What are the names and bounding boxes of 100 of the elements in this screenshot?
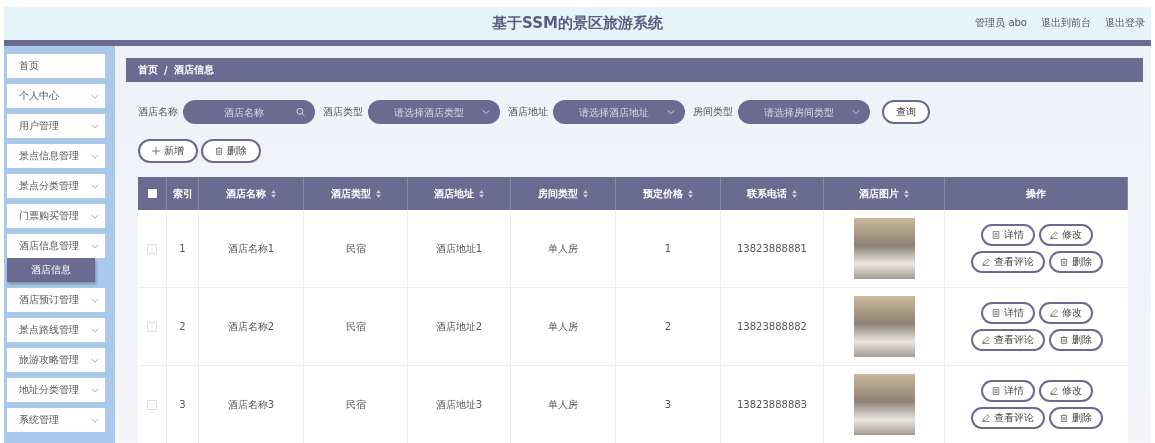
photo-placeholder (853, 218, 915, 279)
table-cell: 酒店名称1 (227, 241, 275, 256)
sidebar-item[interactable]: 景点路线管理 (7, 318, 105, 342)
table-cell: 单人房 (548, 397, 578, 412)
column-header[interactable]: 酒店名称 (199, 177, 304, 210)
pencil-icon (1049, 309, 1058, 317)
sidebar-item[interactable]: 门票购买管理 (7, 204, 105, 228)
select-field[interactable]: 请选择房间类型 (738, 100, 870, 124)
column-header[interactable]: 酒店图片 (824, 177, 945, 210)
sidebar-item[interactable]: 景点分类管理 (7, 174, 105, 198)
sidebar-item[interactable]: 个人中心 (7, 84, 105, 108)
column-header[interactable]: 酒店类型 (304, 177, 408, 210)
sidebar-item[interactable]: 酒店信息管理 (7, 234, 105, 258)
pencil-icon (1049, 231, 1058, 239)
column-header[interactable]: 预定价格 (616, 177, 721, 210)
sidebar-item[interactable]: 首页 (7, 54, 105, 78)
edit-button[interactable]: 修改 (1038, 224, 1093, 246)
edit-button[interactable]: 修改 (1038, 380, 1093, 402)
table-cell: 1 (179, 243, 186, 254)
table-cell: 3 (664, 399, 672, 410)
chevron-down-icon (852, 109, 860, 115)
table-cell: 酒店名称2 (227, 319, 275, 334)
delete-button[interactable]: 删除 (1048, 251, 1103, 273)
pencil-icon (981, 414, 990, 422)
photo-placeholder (853, 374, 915, 435)
table-cell: 2 (179, 321, 186, 332)
chevron-down-icon (91, 213, 99, 219)
table-cell: 13823888881 (737, 243, 807, 254)
chevron-down-icon (91, 387, 99, 393)
row-checkbox[interactable] (147, 399, 157, 410)
edit-button[interactable]: 查看评论 (970, 251, 1045, 273)
table-cell: 酒店名称3 (227, 397, 275, 412)
table-cell: 酒店地址3 (435, 397, 483, 412)
header-link[interactable]: 退出到前台 (1041, 16, 1091, 30)
chevron-down-icon (91, 153, 99, 159)
chevron-down-icon (667, 109, 675, 115)
trash-icon (1059, 414, 1068, 422)
table-cell: 13823888883 (737, 399, 807, 410)
chevron-down-icon (91, 93, 99, 99)
pencil-icon (981, 336, 990, 344)
sidebar-item[interactable]: 地址分类管理 (7, 378, 105, 402)
document-icon (991, 231, 1000, 239)
edit-button[interactable]: 修改 (1038, 302, 1093, 324)
trash-icon (215, 147, 223, 155)
select-field[interactable]: 请选择酒店地址 (553, 100, 685, 124)
chevron-down-icon (482, 109, 490, 115)
chevron-down-icon (91, 327, 99, 333)
app-title: 基于SSM的景区旅游系统 (492, 14, 663, 33)
column-header[interactable]: 操作 (945, 177, 1128, 210)
chevron-down-icon (91, 183, 99, 189)
table-cell: 酒店地址1 (435, 241, 483, 256)
column-header[interactable]: 酒店地址 (408, 177, 511, 210)
sidebar-item[interactable]: 景点信息管理 (7, 144, 105, 168)
detail-button[interactable]: 详情 (980, 224, 1035, 246)
breadcrumb-item: 酒店信息 (173, 63, 214, 77)
user-label: 管理员 abo (975, 16, 1027, 30)
sidebar-item[interactable]: 用户管理 (7, 114, 105, 138)
table-cell: 1 (664, 243, 672, 254)
sidebar-subitem[interactable]: 酒店信息 (7, 258, 95, 282)
detail-button[interactable]: 详情 (980, 380, 1035, 402)
search-field[interactable]: 酒店名称 (183, 100, 315, 124)
table-cell: 民宿 (345, 397, 366, 412)
table-cell: 民宿 (345, 319, 366, 334)
document-icon (991, 387, 1000, 395)
column-header[interactable]: 联系电话 (721, 177, 824, 210)
edit-button[interactable]: 查看评论 (970, 407, 1045, 429)
filter-label: 房间类型 (693, 105, 733, 119)
detail-button[interactable]: 详情 (980, 302, 1035, 324)
edit-button[interactable]: 查看评论 (970, 329, 1045, 351)
filter-label: 酒店名称 (138, 105, 178, 119)
chevron-down-icon (91, 357, 99, 363)
sidebar-item[interactable]: 旅游攻略管理 (7, 348, 105, 372)
select-field[interactable]: 请选择酒店类型 (368, 100, 500, 124)
query-button[interactable]: 查询 (882, 100, 930, 124)
delete-button[interactable]: 删除 (1048, 329, 1103, 351)
add-button[interactable]: 新增 (138, 139, 198, 163)
chevron-down-icon (91, 243, 99, 249)
chevron-down-icon (91, 123, 99, 129)
trash-icon (1059, 336, 1068, 344)
search-icon (296, 107, 305, 117)
table-cell: 2 (664, 321, 672, 332)
sidebar-item[interactable]: 系统管理 (7, 408, 105, 432)
row-checkbox[interactable] (147, 243, 157, 254)
table-cell: 单人房 (548, 241, 578, 256)
table-cell: 单人房 (548, 319, 578, 334)
column-header[interactable]: 房间类型 (511, 177, 616, 210)
column-header[interactable]: 索引 (167, 177, 199, 210)
filter-label: 酒店类型 (323, 105, 363, 119)
select-all-checkbox[interactable] (147, 189, 157, 198)
sidebar-item[interactable]: 酒店预订管理 (7, 288, 105, 312)
pencil-icon (981, 258, 990, 266)
breadcrumb-item: 首页 (138, 63, 158, 77)
filter-label: 酒店地址 (508, 105, 548, 119)
trash-icon (1059, 258, 1068, 266)
delete-button[interactable]: 删除 (201, 139, 261, 163)
header-link[interactable]: 退出登录 (1105, 16, 1145, 30)
row-checkbox[interactable] (147, 321, 157, 332)
chevron-down-icon (91, 297, 99, 303)
plus-icon (152, 147, 160, 155)
delete-button[interactable]: 删除 (1048, 407, 1103, 429)
